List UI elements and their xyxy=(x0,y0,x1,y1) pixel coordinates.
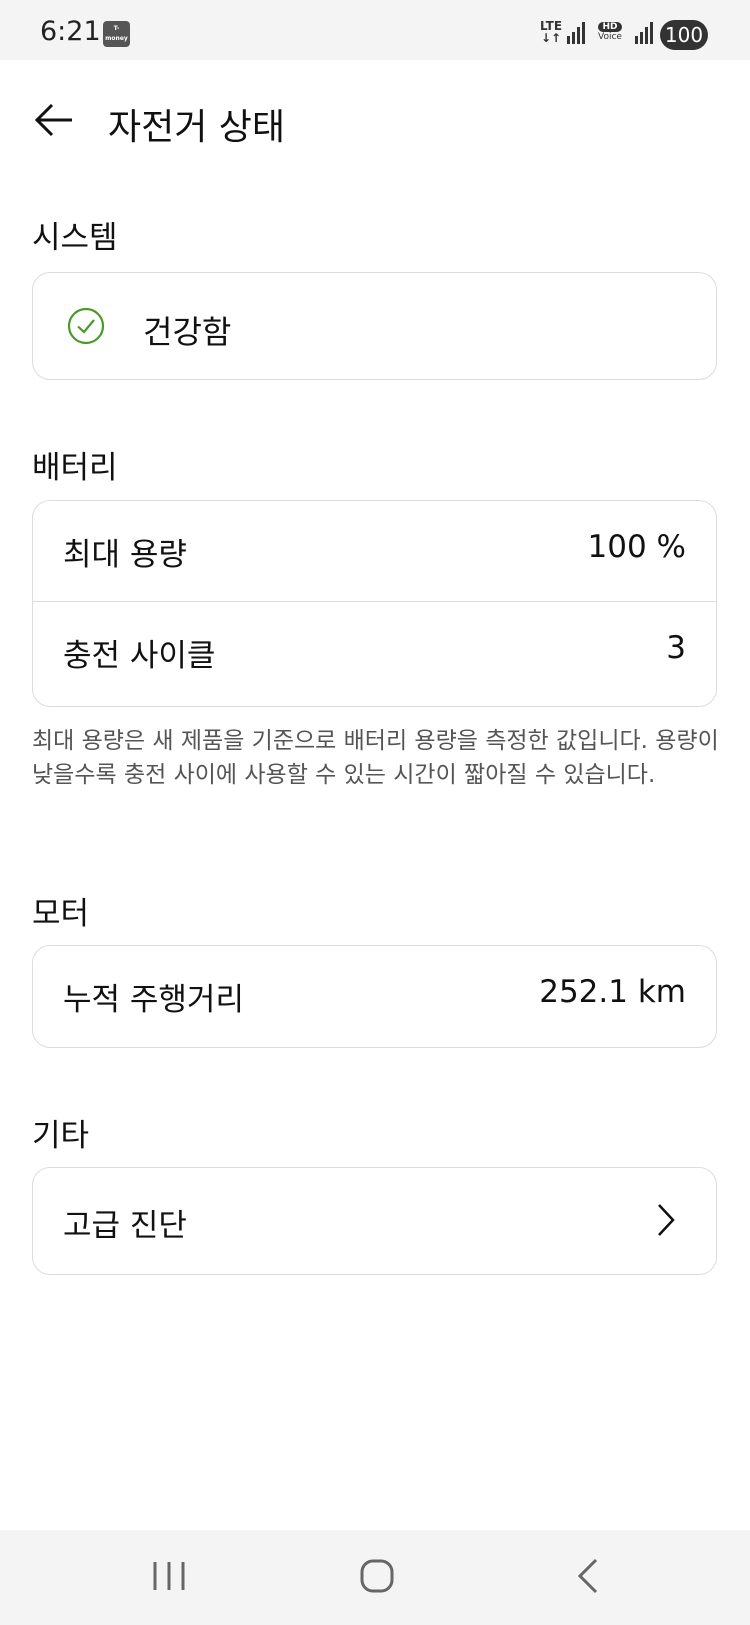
charge-cycle-label: 충전 사이클 xyxy=(63,638,216,674)
advanced-diagnostics-label: 고급 진단 xyxy=(63,1208,187,1244)
status-time: 6:21 xyxy=(40,16,101,47)
tmoney-app-icon: T-money xyxy=(103,21,130,47)
section-title-system: 시스템 xyxy=(32,220,118,256)
section-title-other: 기타 xyxy=(32,1118,90,1154)
hd-badge: HD xyxy=(598,22,622,32)
section-title-battery: 배터리 xyxy=(32,450,118,486)
battery-capacity-note: 최대 용량은 새 제품을 기준으로 배터리 용량을 측정한 값입니다. 용량이 … xyxy=(32,728,719,788)
system-navigation-bar xyxy=(0,1530,750,1625)
motor-card: 누적 주행거리 252.1 km xyxy=(32,945,717,1048)
arrow-left-icon[interactable] xyxy=(34,102,74,138)
status-bar: 6:21 T-money LTE ↓↑ HD Voice 100 xyxy=(0,0,750,60)
charge-cycle-value: 3 xyxy=(666,630,686,666)
battery-card: 최대 용량 100 % 충전 사이클 3 xyxy=(32,500,717,707)
signal-strength-icon-2 xyxy=(635,22,653,44)
hd-voice-indicator: HD Voice xyxy=(598,22,622,42)
cumulative-mileage-value: 252.1 km xyxy=(539,974,686,1010)
recents-icon[interactable] xyxy=(150,1556,190,1596)
system-status-label: 건강함 xyxy=(143,313,232,351)
advanced-diagnostics-card[interactable]: 고급 진단 xyxy=(32,1167,717,1275)
back-icon[interactable] xyxy=(572,1556,612,1596)
tmoney-icon-label: T-money xyxy=(105,25,128,42)
home-icon[interactable] xyxy=(358,1556,398,1596)
max-capacity-value: 100 % xyxy=(587,529,686,565)
battery-charge-cycle-row: 충전 사이클 3 xyxy=(33,601,716,701)
page-title: 자전거 상태 xyxy=(108,107,286,148)
lte-indicator: LTE ↓↑ xyxy=(540,20,562,44)
advanced-diagnostics-row[interactable]: 고급 진단 xyxy=(33,1168,716,1274)
battery-max-capacity-row: 최대 용량 100 % xyxy=(33,501,716,601)
voice-label: Voice xyxy=(598,32,622,42)
system-status-card: 건강함 xyxy=(32,272,717,380)
cumulative-mileage-row: 누적 주행거리 252.1 km xyxy=(33,946,716,1046)
chevron-right-icon xyxy=(658,1204,675,1236)
max-capacity-label: 최대 용량 xyxy=(63,537,187,573)
section-title-motor: 모터 xyxy=(32,896,90,932)
cumulative-mileage-label: 누적 주행거리 xyxy=(63,982,244,1018)
signal-strength-icon xyxy=(567,22,585,44)
battery-indicator: 100 xyxy=(660,20,708,50)
check-circle-icon xyxy=(67,307,105,345)
data-arrows-icon: ↓↑ xyxy=(540,31,562,45)
